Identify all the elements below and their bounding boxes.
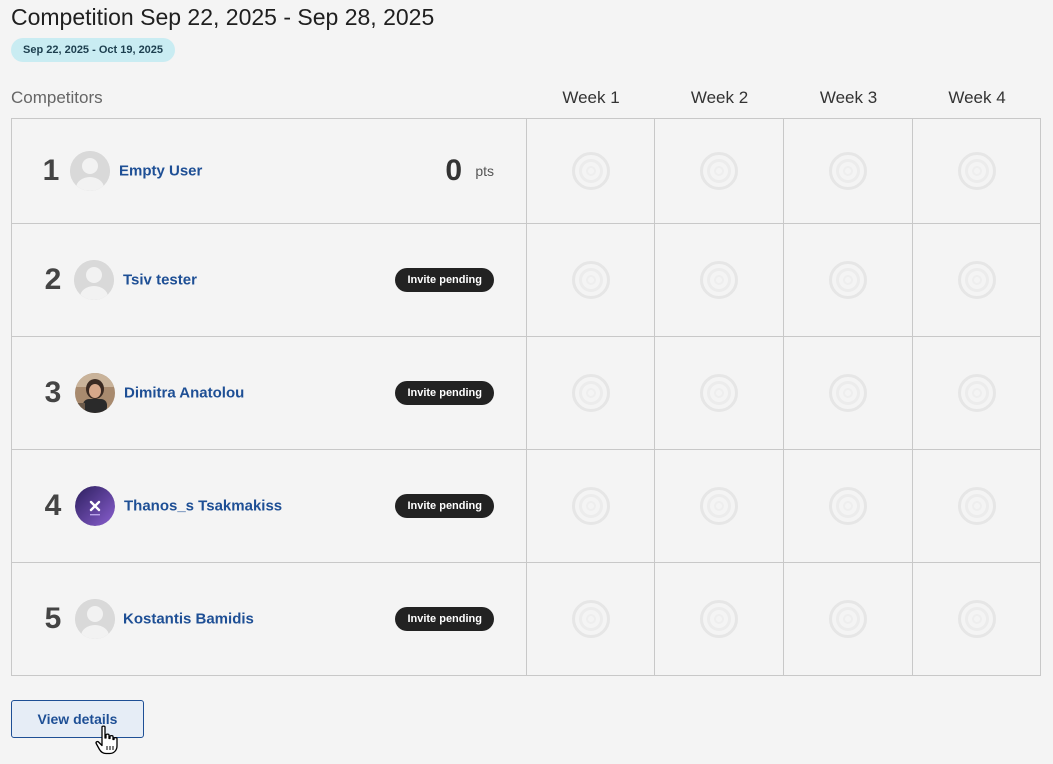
competitor-cell: 5 Kostantis Bamidis Invite pending (12, 563, 527, 675)
week-4-cell (913, 337, 1041, 449)
empty-progress-ring-icon (571, 152, 610, 190)
empty-progress-ring-icon (958, 487, 996, 525)
week-2-cell (655, 337, 784, 449)
table-row: 1 Empty User 0 pts (12, 119, 1040, 224)
empty-progress-ring-icon (700, 600, 738, 638)
competitor-name-link[interactable]: Kostantis Bamidis (123, 611, 254, 628)
competitors-table: 1 Empty User 0 pts 2 Tsiv tester Invite … (11, 118, 1041, 676)
competitor-cell: 4 Thanos_s Tsakmakiss Invite pending (12, 450, 527, 562)
table-row: 4 Thanos_s Tsakmakiss Invite pending (12, 450, 1040, 563)
week-3-cell (784, 337, 913, 449)
hand-pointer-cursor-icon (95, 725, 118, 755)
empty-progress-ring-icon (571, 487, 610, 525)
empty-progress-ring-icon (829, 261, 867, 299)
empty-progress-ring-icon (700, 374, 738, 412)
week-3-header: Week 3 (819, 88, 878, 107)
rank-number: 1 (42, 154, 60, 187)
week-1-cell (527, 119, 655, 223)
table-row: 2 Tsiv tester Invite pending (12, 224, 1040, 337)
competitor-cell: 2 Tsiv tester Invite pending (12, 224, 527, 336)
default-avatar-icon[interactable] (75, 599, 115, 639)
week-1-header: Week 1 (562, 88, 620, 107)
empty-progress-ring-icon (700, 487, 738, 525)
week-1-cell (527, 450, 655, 562)
photo-avatar-icon[interactable] (75, 373, 115, 413)
competitor-cell: 1 Empty User 0 pts (12, 119, 527, 223)
page-title: Competition Sep 22, 2025 - Sep 28, 2025 (11, 4, 435, 30)
empty-progress-ring-icon (958, 600, 996, 638)
empty-progress-ring-icon (958, 374, 996, 412)
table-row: 3 Dimitra Anatolou Invite pending (12, 337, 1040, 450)
week-3-cell (784, 119, 913, 223)
empty-progress-ring-icon (958, 152, 996, 190)
view-details-button[interactable]: View details (11, 700, 144, 738)
week-2-cell (655, 563, 784, 675)
invite-pending-badge: Invite pending (395, 607, 494, 631)
week-4-cell (913, 563, 1041, 675)
empty-progress-ring-icon (829, 487, 867, 525)
week-1-cell (527, 337, 655, 449)
default-avatar-icon[interactable] (70, 151, 110, 191)
week-1-cell (527, 224, 655, 336)
week-1-cell (527, 563, 655, 675)
empty-progress-ring-icon (571, 374, 610, 412)
empty-progress-ring-icon (700, 152, 738, 190)
table-row: 5 Kostantis Bamidis Invite pending (12, 563, 1040, 675)
competitors-header: Competitors (11, 88, 103, 107)
empty-progress-ring-icon (829, 600, 867, 638)
week-3-cell (784, 224, 913, 336)
empty-progress-ring-icon (958, 261, 996, 299)
date-range-badge: Sep 22, 2025 - Oct 19, 2025 (11, 38, 176, 62)
rank-number: 2 (44, 263, 62, 296)
invite-pending-badge: Invite pending (395, 381, 494, 405)
default-avatar-icon[interactable] (74, 260, 114, 300)
points-value: 0 (445, 154, 462, 187)
week-2-header: Week 2 (690, 88, 749, 107)
invite-pending-badge: Invite pending (395, 268, 494, 292)
rank-number: 4 (44, 489, 62, 522)
week-3-cell (784, 450, 913, 562)
competitor-name-link[interactable]: Empty User (119, 163, 202, 180)
week-2-cell (655, 119, 784, 223)
competitor-name-link[interactable]: Dimitra Anatolou (124, 385, 244, 402)
empty-progress-ring-icon (829, 152, 867, 190)
week-4-header: Week 4 (948, 88, 1006, 107)
week-2-cell (655, 224, 784, 336)
logo-avatar-icon[interactable] (75, 486, 115, 526)
rank-number: 3 (44, 376, 62, 409)
competitor-name-link[interactable]: Thanos_s Tsakmakiss (124, 498, 282, 515)
competitor-cell: 3 Dimitra Anatolou Invite pending (12, 337, 527, 449)
week-4-cell (913, 119, 1041, 223)
week-2-cell (655, 450, 784, 562)
invite-pending-badge: Invite pending (395, 494, 494, 518)
week-4-cell (913, 450, 1041, 562)
empty-progress-ring-icon (571, 261, 610, 299)
empty-progress-ring-icon (829, 374, 867, 412)
empty-progress-ring-icon (700, 261, 738, 299)
rank-number: 5 (44, 602, 62, 635)
empty-progress-ring-icon (571, 600, 610, 638)
competitor-name-link[interactable]: Tsiv tester (123, 272, 197, 289)
week-3-cell (784, 563, 913, 675)
week-4-cell (913, 224, 1041, 336)
points-label: pts (475, 163, 494, 179)
